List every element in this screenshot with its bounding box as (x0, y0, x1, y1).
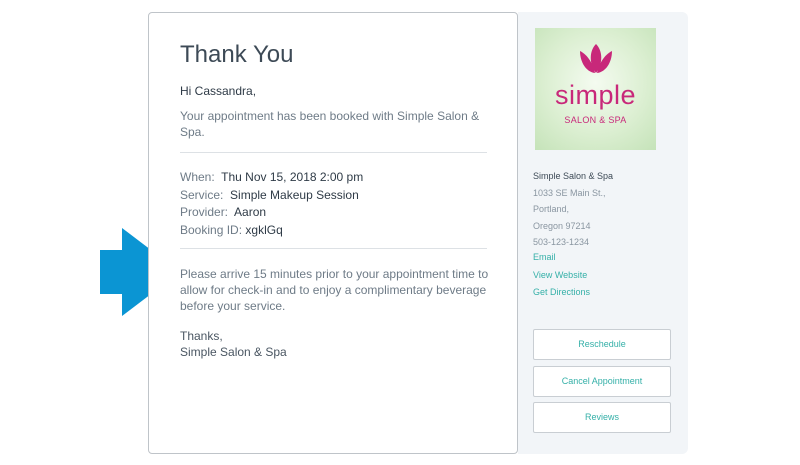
arrival-note: Please arrive 15 minutes prior to your a… (180, 267, 489, 313)
get-directions-link[interactable]: Get Directions (533, 284, 590, 302)
view-website-link[interactable]: View Website (533, 267, 590, 285)
booking-details: When: Thu Nov 15, 2018 2:00 pm Service: … (180, 169, 363, 239)
confirmation-card: Thank You Hi Cassandra, Your appointment… (148, 12, 518, 454)
business-sidebar: simple SALON & SPA Simple Salon & Spa 10… (518, 12, 688, 454)
signoff: Thanks, Simple Salon & Spa (180, 328, 287, 360)
page-title: Thank You (180, 41, 294, 68)
detail-booking-id: Booking ID: xgklGq (180, 222, 283, 237)
detail-provider: Provider: Aaron (180, 205, 267, 219)
detail-when: When: Thu Nov 15, 2018 2:00 pm (180, 170, 364, 184)
business-address: Simple Salon & Spa 1033 SE Main St., Por… (533, 168, 613, 251)
salon-logo: simple SALON & SPA (535, 28, 656, 150)
reschedule-button[interactable]: Reschedule (533, 329, 671, 360)
address-state-zip: Oregon 97214 (533, 220, 591, 231)
reviews-button[interactable]: Reviews (533, 402, 671, 433)
greeting: Hi Cassandra, (180, 84, 257, 98)
detail-service: Service: Simple Makeup Session (180, 187, 359, 202)
lotus-icon (580, 44, 612, 73)
email-link[interactable]: Email (533, 249, 590, 267)
address-city: Portland, (533, 204, 570, 214)
contact-links: Email View Website Get Directions (533, 249, 590, 302)
logo-wordmark: simple (554, 80, 637, 110)
divider (180, 248, 487, 249)
signoff-thanks: Thanks, (180, 329, 223, 343)
signoff-signature: Simple Salon & Spa (180, 345, 287, 359)
intro-text: Your appointment has been booked with Si… (180, 109, 480, 139)
divider (180, 152, 487, 153)
logo-subtitle: SALON & SPA (564, 115, 627, 125)
address-line: 1033 SE Main St., (533, 187, 606, 198)
cancel-appointment-button[interactable]: Cancel Appointment (533, 366, 671, 397)
business-name: Simple Salon & Spa (533, 171, 614, 181)
